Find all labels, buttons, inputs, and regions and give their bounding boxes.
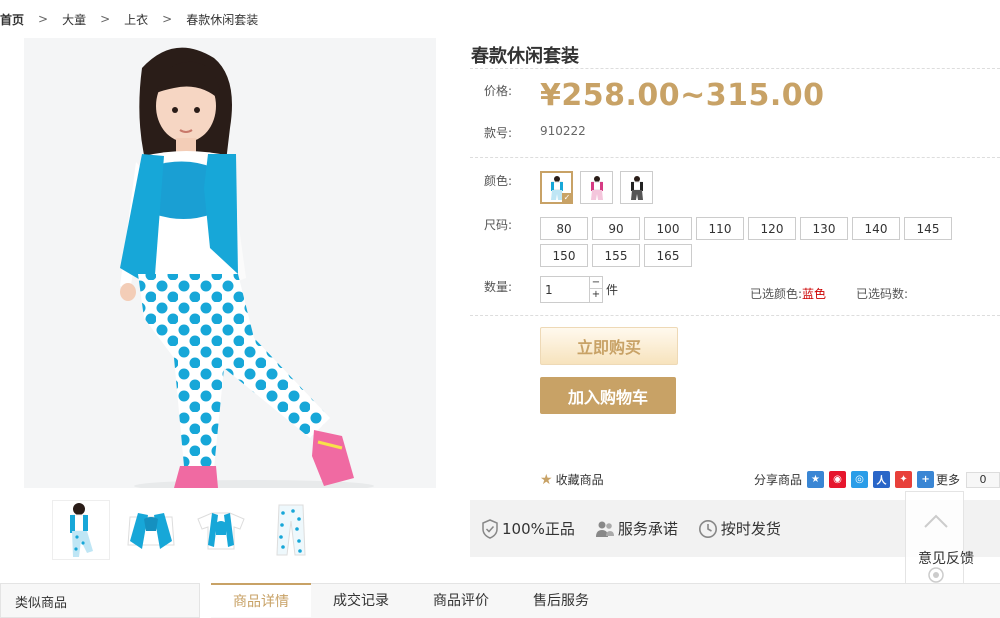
add-to-cart-button[interactable]: 加入购物车 — [540, 377, 676, 414]
favorite-link[interactable]: ★ 收藏商品 — [540, 471, 604, 488]
sku-value: 910222 — [540, 124, 586, 138]
breadcrumb: 首页 > 大童 > 上衣 > 春款休闲套装 — [0, 10, 258, 28]
pants-thumbnail-image — [276, 504, 306, 556]
clock-icon — [698, 519, 717, 538]
quantity-unit: 件 — [606, 283, 619, 297]
selected-size-label: 已选码数: — [856, 287, 909, 301]
guarantee-service-label: 服务承诺 — [617, 520, 678, 538]
quantity-stepper: − + 件 — [540, 276, 618, 303]
main-product-image[interactable] — [24, 38, 436, 488]
girl-model-photo — [24, 38, 436, 488]
product-page: 首页 > 大童 > 上衣 > 春款休闲套装 春款休闲套装 价格: ¥258.00… — [0, 0, 1000, 618]
size-option-110[interactable]: 110 — [696, 217, 744, 240]
checkmark-icon: ✓ — [562, 193, 572, 203]
size-option-150[interactable]: 150 — [540, 244, 588, 267]
product-title: 春款休闲套装 — [471, 46, 579, 67]
favorite-label: 收藏商品 — [555, 473, 604, 487]
tab-transactions[interactable]: 成交记录 — [311, 584, 411, 618]
size-option-120[interactable]: 120 — [748, 217, 796, 240]
size-option-90[interactable]: 90 — [592, 217, 640, 240]
divider — [470, 68, 1000, 69]
detail-tabs: 商品详情 成交记录 商品评价 售后服务 — [211, 583, 1000, 618]
sku-label: 款号: — [484, 126, 513, 140]
size-option-165[interactable]: 165 — [644, 244, 692, 267]
price-value: ¥258.00~315.00 — [540, 78, 825, 113]
thumbnail-3[interactable] — [192, 500, 250, 560]
douban-share-icon[interactable]: ✦ — [895, 471, 913, 488]
vest-thumbnail-image — [127, 513, 175, 549]
size-options: 80 90 100 110 120 130 140 145 150 155 165 — [540, 217, 960, 267]
breadcrumb-current: 春款休闲套装 — [186, 12, 259, 27]
divider — [470, 315, 1000, 316]
thumbnail-2[interactable] — [122, 500, 180, 560]
color-swatches: ✓ — [540, 171, 653, 204]
size-option-145[interactable]: 145 — [904, 217, 952, 240]
chevron-right-icon: > — [100, 12, 111, 26]
size-option-155[interactable]: 155 — [592, 244, 640, 267]
selected-color: 已选颜色:蓝色 — [750, 285, 826, 302]
service-people-icon — [595, 521, 614, 537]
divider — [470, 157, 1000, 158]
share-label: 分享商品 — [754, 473, 803, 487]
thumbnail-strip — [52, 500, 320, 560]
pink-outfit-icon — [590, 175, 603, 200]
quantity-buttons: − + — [590, 276, 603, 303]
size-option-140[interactable]: 140 — [852, 217, 900, 240]
guarantee-authentic: 100%正品 — [481, 518, 575, 539]
guarantee-delivery-label: 按时发货 — [720, 520, 781, 538]
share-count: 0 — [966, 471, 1000, 488]
guarantee-service: 服务承诺 — [595, 518, 678, 539]
chevron-up-icon — [923, 514, 948, 528]
weibo-share-icon[interactable]: ◉ — [829, 471, 847, 488]
plus-more-icon[interactable]: + — [917, 471, 935, 488]
size-option-130[interactable]: 130 — [800, 217, 848, 240]
chevron-right-icon: > — [162, 12, 173, 26]
size-option-80[interactable]: 80 — [540, 217, 588, 240]
renren-share-icon[interactable]: 人 — [873, 471, 891, 488]
thumbnail-4[interactable] — [262, 500, 320, 560]
size-option-100[interactable]: 100 — [644, 217, 692, 240]
tab-after-sales[interactable]: 售后服务 — [511, 584, 611, 618]
tencent-weibo-share-icon[interactable]: ◎ — [851, 471, 869, 488]
quantity-decrease-button[interactable]: − — [590, 276, 603, 289]
buy-now-button[interactable]: 立即购买 — [540, 327, 678, 365]
feedback-button[interactable]: 意见反馈 — [918, 548, 974, 568]
guarantee-delivery: 按时发货 — [698, 518, 781, 539]
color-swatch-blue[interactable]: ✓ — [540, 171, 573, 204]
price-label: 价格: — [484, 84, 513, 98]
color-swatch-black[interactable] — [620, 171, 653, 204]
selected-color-value: 蓝色 — [802, 287, 827, 301]
quantity-increase-button[interactable]: + — [590, 289, 603, 303]
thumbnail-1[interactable] — [52, 500, 110, 560]
share-more-link[interactable]: 更多 — [936, 471, 960, 488]
girl-thumbnail-image — [70, 503, 93, 557]
back-to-top-button[interactable] — [906, 492, 965, 550]
color-label: 颜色: — [484, 174, 513, 188]
breadcrumb-subcategory[interactable]: 上衣 — [124, 11, 148, 28]
breadcrumb-category[interactable]: 大童 — [62, 11, 86, 28]
tab-details[interactable]: 商品详情 — [211, 583, 311, 617]
selected-color-label: 已选颜色: — [750, 287, 803, 301]
size-label: 尺码: — [484, 218, 513, 232]
qzone-share-icon[interactable]: ★ — [807, 471, 825, 488]
share-bar: 分享商品 ★ ◉ ◎ 人 ✦ + 更多 0 — [754, 471, 1000, 488]
black-outfit-icon — [630, 175, 643, 200]
shirt-thumbnail-image — [197, 512, 245, 550]
quantity-input[interactable] — [540, 276, 590, 303]
similar-products-heading: 类似商品 — [0, 583, 200, 618]
shield-check-icon — [482, 518, 498, 539]
star-icon: ★ — [540, 471, 553, 488]
quantity-label: 数量: — [484, 280, 513, 294]
headset-icon — [927, 567, 944, 583]
tab-reviews[interactable]: 商品评价 — [411, 584, 511, 618]
chevron-right-icon: > — [38, 12, 49, 26]
guarantee-authentic-label: 100%正品 — [502, 520, 575, 538]
breadcrumb-home[interactable]: 首页 — [0, 11, 24, 28]
color-swatch-pink[interactable] — [580, 171, 613, 204]
